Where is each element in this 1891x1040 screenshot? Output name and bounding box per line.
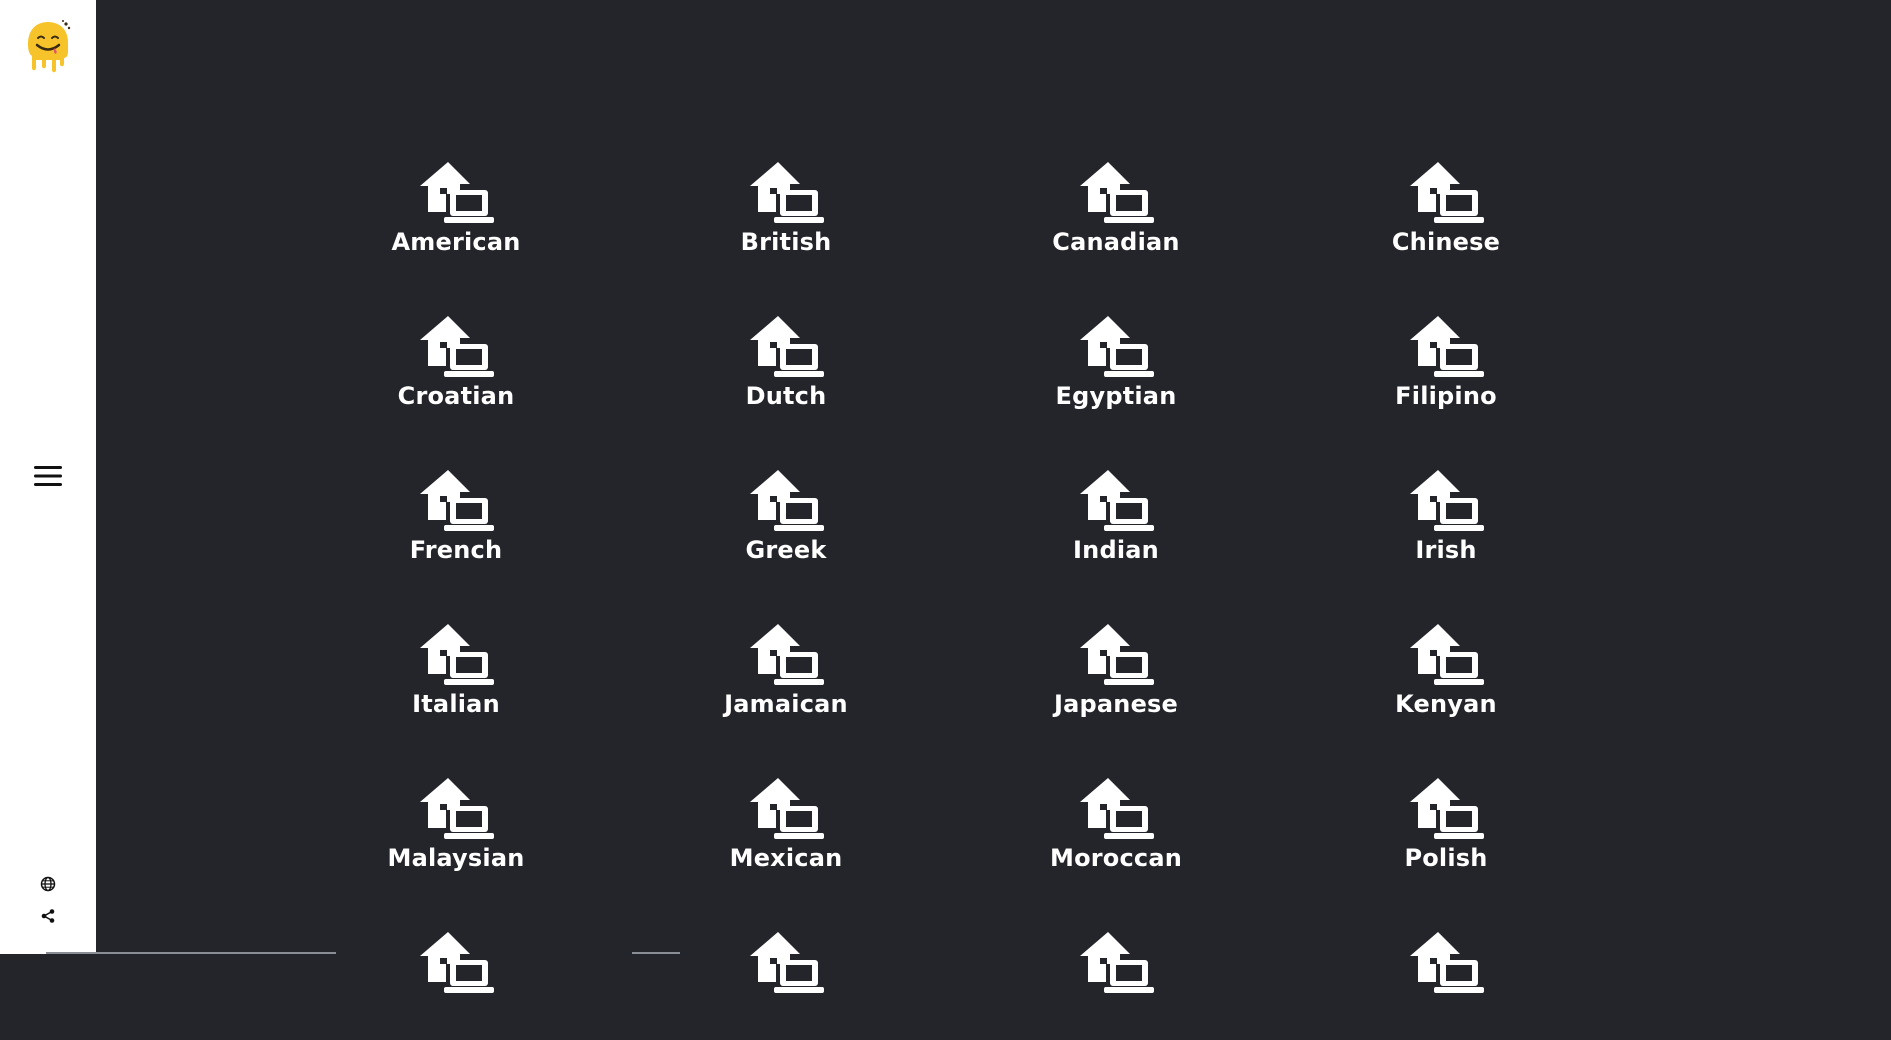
home-laptop-icon [1074,314,1158,380]
category-label: British [741,228,832,256]
category-label: Malaysian [388,844,525,872]
smiling-face-logo-icon[interactable] [24,18,72,74]
category-tile-canadian[interactable]: Canadian [1026,160,1206,270]
category-label: Kenyan [1395,690,1497,718]
category-tile-partial[interactable] [696,930,876,1040]
globe-icon[interactable] [38,874,58,894]
home-laptop-icon [744,314,828,380]
category-tile-partial[interactable] [366,930,546,1040]
category-tile-mexican[interactable]: Mexican [696,776,876,886]
category-label: Jamaican [724,690,848,718]
home-laptop-icon [744,468,828,534]
category-tile-greek[interactable]: Greek [696,468,876,578]
category-tile-chinese[interactable]: Chinese [1356,160,1536,270]
home-laptop-icon [1404,314,1488,380]
home-laptop-icon [414,468,498,534]
category-label: Chinese [1392,228,1500,256]
category-tile-partial[interactable] [1356,930,1536,1040]
main-content: American British Canadian Chinese [96,0,1891,954]
home-laptop-icon [414,160,498,226]
home-laptop-icon [744,930,828,996]
home-laptop-icon [414,776,498,842]
home-laptop-icon [1404,622,1488,688]
share-icon[interactable] [38,906,58,926]
category-tile-italian[interactable]: Italian [366,622,546,732]
category-tile-polish[interactable]: Polish [1356,776,1536,886]
category-label: Dutch [746,382,827,410]
category-tile-croatian[interactable]: Croatian [366,314,546,424]
home-laptop-icon [1404,160,1488,226]
home-laptop-icon [1074,622,1158,688]
category-tile-japanese[interactable]: Japanese [1026,622,1206,732]
category-label: American [391,228,520,256]
category-label: Filipino [1395,382,1497,410]
category-tile-french[interactable]: French [366,468,546,578]
home-laptop-icon [414,314,498,380]
category-label: Polish [1404,844,1487,872]
category-label: Egyptian [1056,382,1177,410]
category-tile-moroccan[interactable]: Moroccan [1026,776,1206,886]
category-label: Indian [1073,536,1159,564]
home-laptop-icon [1404,776,1488,842]
category-label: Japanese [1054,690,1178,718]
home-laptop-icon [414,622,498,688]
category-tile-jamaican[interactable]: Jamaican [696,622,876,732]
category-label: Moroccan [1050,844,1182,872]
home-laptop-icon [1074,160,1158,226]
category-tile-irish[interactable]: Irish [1356,468,1536,578]
home-laptop-icon [1074,930,1158,996]
category-tile-kenyan[interactable]: Kenyan [1356,622,1536,732]
category-label: Croatian [398,382,515,410]
sidebar [0,0,96,954]
category-grid: American British Canadian Chinese [96,0,1891,954]
home-laptop-icon [414,930,498,996]
home-laptop-icon [1074,776,1158,842]
home-laptop-icon [744,160,828,226]
category-tile-filipino[interactable]: Filipino [1356,314,1536,424]
category-label: Irish [1415,536,1476,564]
category-tile-dutch[interactable]: Dutch [696,314,876,424]
category-label: Greek [745,536,826,564]
home-laptop-icon [744,776,828,842]
category-label: Italian [412,690,500,718]
home-laptop-icon [1404,468,1488,534]
category-tile-american[interactable]: American [366,160,546,270]
home-laptop-icon [1404,930,1488,996]
category-label: French [410,536,503,564]
category-tile-british[interactable]: British [696,160,876,270]
category-tile-indian[interactable]: Indian [1026,468,1206,578]
home-laptop-icon [1074,468,1158,534]
hamburger-menu-icon[interactable] [28,456,68,496]
home-laptop-icon [744,622,828,688]
category-tile-partial[interactable] [1026,930,1206,1040]
category-tile-malaysian[interactable]: Malaysian [366,776,546,886]
category-label: Canadian [1052,228,1179,256]
category-label: Mexican [730,844,843,872]
category-tile-egyptian[interactable]: Egyptian [1026,314,1206,424]
